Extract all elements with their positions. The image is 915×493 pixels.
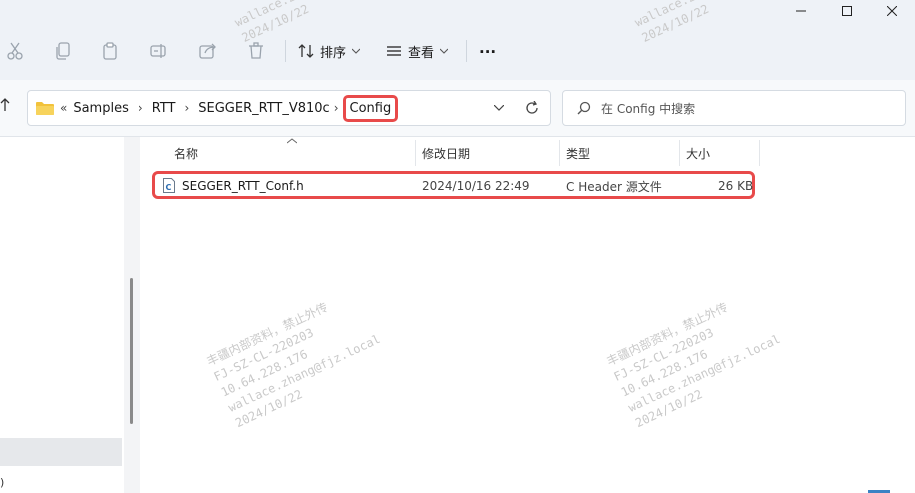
file-modified: 2024/10/16 22:49 [422, 179, 530, 193]
breadcrumb-config[interactable]: Config [342, 94, 399, 122]
rename-icon [150, 44, 166, 58]
minimize-icon [796, 10, 806, 12]
nav-selected-item[interactable] [0, 438, 122, 466]
cut-button[interactable] [2, 38, 28, 64]
up-button[interactable] [0, 97, 10, 115]
refresh-icon[interactable] [525, 101, 539, 115]
arrow-up-icon [0, 98, 10, 111]
scissors-icon [7, 42, 23, 60]
command-bar: 排序 查看 ... [0, 22, 915, 80]
chevron-right-icon: › [333, 101, 339, 115]
overflow-crumb[interactable]: « [60, 101, 67, 115]
delete-button[interactable] [243, 38, 269, 64]
nav-item-fragment: ) [0, 476, 5, 489]
more-icon: ... [479, 39, 497, 57]
view-list-icon [387, 46, 401, 56]
clipboard-icon [103, 42, 117, 60]
breadcrumb-rtt[interactable]: RTT [152, 101, 176, 116]
column-header-type[interactable]: 类型 [566, 140, 590, 166]
toolbar-divider [285, 40, 286, 62]
search-icon [577, 101, 591, 115]
address-bar[interactable]: « Samples › RTT › SEGGER_RTT_V810c › Con… [27, 90, 551, 126]
sort-ascending-icon [287, 138, 297, 144]
chevron-down-icon [352, 48, 361, 54]
address-row: « Samples › RTT › SEGGER_RTT_V810c › Con… [0, 80, 915, 137]
svg-text:C: C [166, 183, 172, 192]
breadcrumb-samples[interactable]: Samples [73, 101, 129, 116]
sort-label: 排序 [320, 45, 347, 61]
copy-button[interactable] [50, 38, 76, 64]
trash-icon [249, 42, 263, 59]
column-divider[interactable] [559, 140, 560, 166]
share-icon [199, 43, 216, 59]
column-divider[interactable] [679, 140, 680, 166]
sort-icon [298, 44, 314, 58]
watermark: 丰疆内部资料，禁止外传 FJ-SZ-CL-220203 10.64.228.176 w… [604, 300, 783, 431]
address-dropdown-icon[interactable] [494, 105, 504, 111]
file-type: C Header 源文件 [566, 179, 662, 194]
rename-button[interactable] [146, 38, 172, 64]
file-name[interactable]: SEGGER_RTT_Conf.h [182, 178, 304, 194]
search-box[interactable]: 在 Config 中搜索 [562, 90, 906, 126]
column-header-modified[interactable]: 修改日期 [422, 140, 470, 166]
column-divider[interactable] [759, 140, 760, 166]
maximize-icon [842, 6, 852, 16]
toolbar-divider [466, 40, 467, 62]
title-bar [0, 0, 915, 22]
share-button[interactable] [195, 38, 221, 64]
watermark: 丰疆内部资料，禁止外传 FJ-SZ-CL-220203 10.64.228.176 w… [204, 300, 383, 431]
view-label: 查看 [408, 45, 435, 61]
nav-scrollbar-thumb[interactable] [130, 278, 133, 424]
paste-button[interactable] [98, 38, 124, 64]
breadcrumb-segger-rtt[interactable]: SEGGER_RTT_V810c [198, 101, 329, 116]
close-icon [887, 6, 897, 16]
column-divider[interactable] [415, 140, 416, 166]
sort-button[interactable]: 排序 [298, 40, 361, 62]
column-header-name[interactable]: 名称 [174, 140, 198, 166]
close-button[interactable] [869, 0, 915, 22]
c-file-icon: C [163, 178, 175, 193]
file-size: 26 KB [718, 179, 754, 193]
minimize-button[interactable] [778, 0, 824, 22]
more-options-button[interactable]: ... [479, 37, 496, 59]
chevron-right-icon: › [184, 101, 190, 115]
chevron-down-icon [440, 48, 449, 54]
search-placeholder: 在 Config 中搜索 [601, 101, 696, 116]
folder-icon [36, 102, 54, 115]
copy-icon [56, 42, 70, 60]
maximize-button[interactable] [824, 0, 870, 22]
column-header-size[interactable]: 大小 [686, 140, 710, 166]
view-button[interactable]: 查看 [386, 40, 449, 62]
chevron-right-icon: › [137, 101, 143, 115]
